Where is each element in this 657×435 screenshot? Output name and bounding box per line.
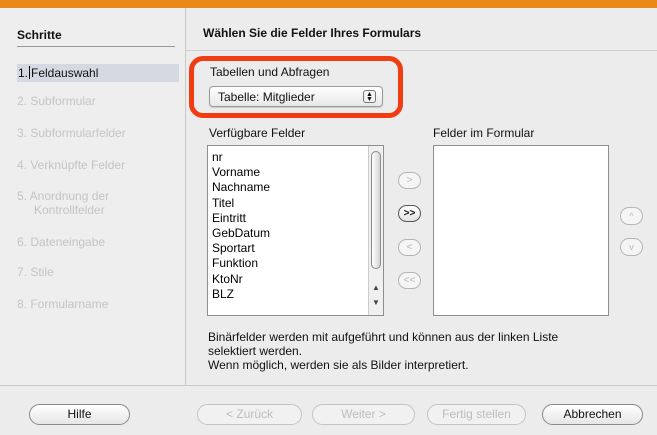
move-down-button[interactable]: v: [620, 238, 643, 256]
step-joined-fields: 4. Verknüpfte Felder: [17, 158, 126, 172]
steps-title: Schritte: [17, 28, 62, 42]
add-field-button[interactable]: >: [398, 172, 421, 189]
table-select-value: Tabelle: Mitglieder: [218, 90, 315, 104]
text-caret: [29, 66, 31, 79]
available-fields-list[interactable]: nr Vorname Nachname Titel Eintritt GebDa…: [207, 145, 384, 316]
step-styles: 7. Stile: [17, 265, 54, 279]
list-item[interactable]: KtoNr: [212, 272, 270, 287]
finish-button[interactable]: Fertig stellen: [427, 404, 526, 425]
next-button[interactable]: Weiter >: [312, 404, 415, 425]
list-item[interactable]: Vorname: [212, 165, 270, 180]
scroll-down-arrow-icon[interactable]: ▼: [369, 298, 383, 307]
move-up-button[interactable]: ^: [620, 207, 643, 225]
info-line: Binärfelder werden mit aufgeführt und kö…: [208, 330, 559, 344]
updown-arrows-icon: ▲ ▼: [363, 90, 376, 103]
binary-fields-info: Binärfelder werden mit aufgeführt und kö…: [208, 330, 628, 372]
table-select[interactable]: Tabelle: Mitglieder ▲ ▼: [209, 86, 383, 107]
footer-divider: [0, 385, 657, 386]
page-title: Wählen Sie die Felder Ihres Formulars: [203, 26, 422, 40]
steps-divider: [17, 46, 175, 47]
list-item[interactable]: nr: [212, 150, 270, 165]
form-fields-list[interactable]: [433, 145, 609, 316]
remove-field-button[interactable]: <: [398, 239, 421, 256]
step-number: 1.: [18, 66, 29, 80]
info-line: Wenn möglich, werden sie als Bilder inte…: [208, 358, 469, 372]
step-form-name: 8. Formularname: [17, 297, 109, 311]
step-label: Feldauswahl: [31, 66, 99, 80]
title-divider: [186, 50, 657, 51]
form-fields-label: Felder im Formular: [433, 126, 535, 140]
back-button[interactable]: < Zurück: [197, 404, 302, 425]
step-field-selection[interactable]: 1. Feldauswahl: [17, 64, 179, 82]
scrollbar-thumb[interactable]: [371, 151, 381, 269]
step-data-entry: 6. Dateneingabe: [17, 235, 106, 249]
info-line: selektiert werden.: [208, 344, 303, 358]
vertical-scrollbar[interactable]: ▲ ▼: [368, 146, 383, 315]
step-label: 5. Anordnung der: [17, 189, 110, 203]
list-item[interactable]: Nachname: [212, 180, 270, 195]
remove-all-fields-button[interactable]: <<: [398, 272, 421, 289]
list-item[interactable]: Titel: [212, 196, 270, 211]
steps-sidebar: Schritte 1. Feldauswahl 2. Subformular 3.…: [0, 8, 186, 385]
list-item[interactable]: Sportart: [212, 241, 270, 256]
window-top-bar: [0, 0, 657, 8]
help-button[interactable]: Hilfe: [29, 404, 130, 425]
list-item[interactable]: Funktion: [212, 256, 270, 271]
available-fields-label: Verfügbare Felder: [209, 126, 306, 140]
list-item[interactable]: GebDatum: [212, 226, 270, 241]
step-subform: 2. Subformular: [17, 94, 96, 108]
step-subform-fields: 3. Subformularfelder: [17, 126, 126, 140]
scroll-up-arrow-icon[interactable]: ▲: [369, 283, 383, 292]
step-label-cont: Kontrollfelder: [34, 203, 105, 217]
list-item[interactable]: BLZ: [212, 287, 270, 302]
add-all-fields-button[interactable]: >>: [398, 205, 421, 222]
cancel-button[interactable]: Abbrechen: [542, 404, 643, 425]
step-arrange-controls: 5. Anordnung der Kontrollfelder: [17, 189, 109, 217]
list-item[interactable]: Eintritt: [212, 211, 270, 226]
tables-queries-label: Tabellen und Abfragen: [210, 65, 330, 79]
